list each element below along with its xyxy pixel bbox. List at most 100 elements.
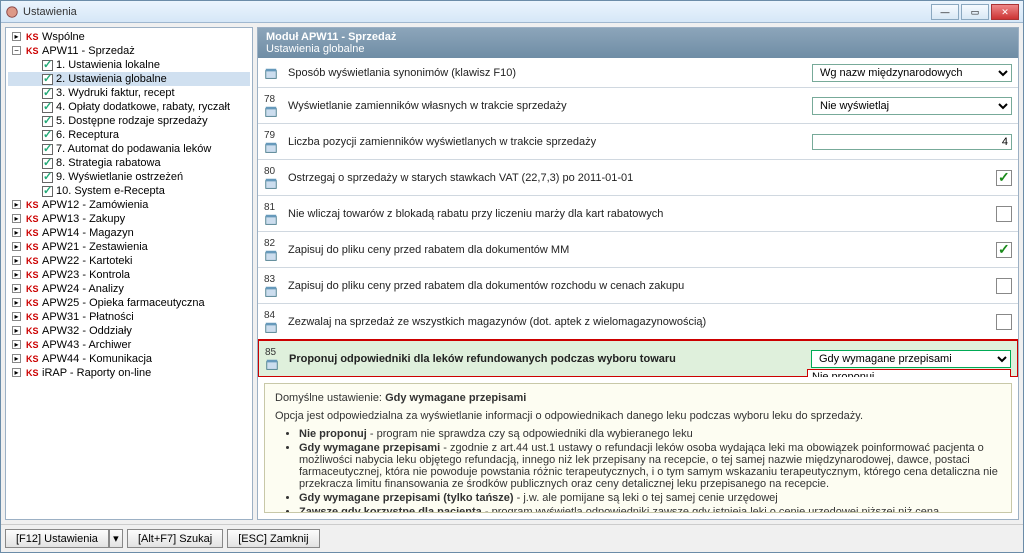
setting-row: Sposób wyświetlania synonimów (klawisz F… — [258, 58, 1018, 88]
tree-item[interactable]: ▸KSAPW23 - Kontrola — [8, 268, 250, 282]
tree-item[interactable]: ▸KSAPW22 - Kartoteki — [8, 254, 250, 268]
nav-tree[interactable]: ▸KSWspólne−KSAPW11 - Sprzedaż1. Ustawien… — [5, 27, 253, 520]
tree-toggle[interactable]: ▸ — [12, 284, 21, 293]
tree-checkbox[interactable] — [42, 144, 53, 155]
maximize-button[interactable]: ▭ — [961, 4, 989, 20]
tree-item[interactable]: ▸KSAPW12 - Zamówienia — [8, 198, 250, 212]
setting-icon — [264, 177, 288, 191]
tree-item[interactable]: 1. Ustawienia lokalne — [8, 58, 250, 72]
tree-checkbox[interactable] — [42, 102, 53, 113]
ks-icon: KS — [26, 340, 40, 351]
desc-bullet: Nie proponuj - program nie sprawdza czy … — [299, 428, 1001, 440]
tree-item[interactable]: 3. Wydruki faktur, recept — [8, 86, 250, 100]
tree-toggle[interactable]: ▸ — [12, 340, 21, 349]
description-panel: Domyślne ustawienie: Gdy wymagane przepi… — [264, 383, 1012, 513]
close-footer-button[interactable]: [ESC] Zamknij — [227, 529, 319, 548]
setting-row: 78Wyświetlanie zamienników własnych w tr… — [258, 88, 1018, 124]
tree-label: 10. System e-Recepta — [56, 185, 165, 197]
tree-toggle[interactable]: ▸ — [12, 298, 21, 307]
tree-item[interactable]: ▸KSAPW24 - Analizy — [8, 282, 250, 296]
setting-control — [802, 170, 1012, 186]
setting-number: 81 — [264, 200, 286, 213]
tree-checkbox[interactable] — [42, 74, 53, 85]
tree-item[interactable]: 7. Automat do podawania leków — [8, 142, 250, 156]
ks-icon: KS — [26, 312, 40, 323]
tree-item[interactable]: ▸KSAPW14 - Magazyn — [8, 226, 250, 240]
tree-label: iRAP - Raporty on-line — [42, 367, 151, 379]
tree-toggle[interactable]: ▸ — [12, 326, 21, 335]
tree-item[interactable]: 9. Wyświetlanie ostrzeżeń — [8, 170, 250, 184]
tree-checkbox[interactable] — [42, 158, 53, 169]
tree-item[interactable]: ▸KSAPW31 - Płatności — [8, 310, 250, 324]
tree-checkbox[interactable] — [42, 130, 53, 141]
tree-item[interactable]: ▸KSAPW44 - Komunikacja — [8, 352, 250, 366]
minimize-button[interactable]: — — [931, 4, 959, 20]
setting-checkbox[interactable] — [996, 314, 1012, 330]
tree-label: APW25 - Opieka farmaceutyczna — [42, 297, 205, 309]
tree-item[interactable]: 6. Receptura — [8, 128, 250, 142]
tree-label: 1. Ustawienia lokalne — [56, 59, 160, 71]
dropdown-option[interactable]: Nie proponuj — [808, 370, 1010, 377]
desc-intro: Opcja jest odpowiedzialna za wyświetlani… — [275, 410, 1001, 422]
setting-control — [802, 242, 1012, 258]
tree-item[interactable]: ▸KSAPW21 - Zestawienia — [8, 240, 250, 254]
tree-checkbox[interactable] — [42, 116, 53, 127]
settings-button[interactable]: [F12] Ustawienia — [5, 529, 109, 548]
tree-item[interactable]: 8. Strategia rabatowa — [8, 156, 250, 170]
tree-toggle[interactable]: ▸ — [12, 270, 21, 279]
tree-checkbox[interactable] — [42, 60, 53, 71]
tree-item[interactable]: ▸KSAPW32 - Oddziały — [8, 324, 250, 338]
setting-checkbox[interactable] — [996, 206, 1012, 222]
setting-label: Zapisuj do pliku ceny przed rabatem dla … — [288, 280, 802, 292]
tree-item[interactable]: 5. Dostępne rodzaje sprzedaży — [8, 114, 250, 128]
bullet-title: Gdy wymagane przepisami — [299, 442, 440, 454]
setting-control: Gdy wymagane przepisami — [801, 350, 1011, 368]
tree-toggle[interactable]: ▸ — [12, 242, 21, 251]
setting-select[interactable]: Gdy wymagane przepisami — [811, 350, 1011, 368]
tree-item[interactable]: 2. Ustawienia globalne — [8, 72, 250, 86]
tree-toggle[interactable]: ▸ — [12, 214, 21, 223]
tree-checkbox[interactable] — [42, 172, 53, 183]
titlebar[interactable]: Ustawienia — ▭ ✕ — [1, 1, 1023, 23]
tree-toggle[interactable]: ▸ — [12, 200, 21, 209]
tree-item[interactable]: ▸KSAPW25 - Opieka farmaceutyczna — [8, 296, 250, 310]
setting-select[interactable]: Nie wyświetlaj — [812, 97, 1012, 115]
tree-item[interactable]: ▸KSAPW13 - Zakupy — [8, 212, 250, 226]
dropdown-list[interactable]: Nie proponujGdy wymagane przepisamiGdy w… — [807, 369, 1011, 377]
close-button[interactable]: ✕ — [991, 4, 1019, 20]
tree-toggle[interactable]: ▸ — [12, 32, 21, 41]
tree-item[interactable]: 4. Opłaty dodatkowe, rabaty, ryczałt — [8, 100, 250, 114]
setting-control — [802, 278, 1012, 294]
tree-item[interactable]: ▸KSWspólne — [8, 30, 250, 44]
setting-label: Wyświetlanie zamienników własnych w trak… — [288, 100, 802, 112]
tree-label: 3. Wydruki faktur, recept — [56, 87, 175, 99]
setting-checkbox[interactable] — [996, 170, 1012, 186]
tree-checkbox[interactable] — [42, 88, 53, 99]
tree-toggle[interactable]: − — [12, 46, 21, 55]
tree-toggle[interactable]: ▸ — [12, 228, 21, 237]
tree-toggle[interactable]: ▸ — [12, 354, 21, 363]
tree-checkbox[interactable] — [42, 186, 53, 197]
tree-label: 6. Receptura — [56, 129, 119, 141]
tree-toggle[interactable]: ▸ — [12, 312, 21, 321]
bullet-title: Gdy wymagane przepisami (tylko tańsze) — [299, 492, 514, 504]
ks-icon: KS — [26, 214, 40, 225]
desc-bullets: Nie proponuj - program nie sprawdza czy … — [299, 428, 1001, 513]
setting-select[interactable]: Wg nazw międzynarodowych — [812, 64, 1012, 82]
search-button[interactable]: [Alt+F7] Szukaj — [127, 529, 223, 548]
tree-item[interactable]: ▸KSiRAP - Raporty on-line — [8, 366, 250, 380]
tree-item[interactable]: ▸KSAPW43 - Archiwer — [8, 338, 250, 352]
tree-item[interactable]: 10. System e-Recepta — [8, 184, 250, 198]
ks-icon: KS — [26, 270, 40, 281]
setting-checkbox[interactable] — [996, 278, 1012, 294]
setting-input[interactable] — [812, 134, 1012, 150]
tree-item[interactable]: −KSAPW11 - Sprzedaż — [8, 44, 250, 58]
main-header: Moduł APW11 - Sprzedaż Ustawienia global… — [258, 28, 1018, 58]
setting-number: 79 — [264, 128, 286, 141]
settings-dropdown[interactable]: ▾ — [109, 529, 123, 548]
tree-label: APW11 - Sprzedaż — [42, 45, 135, 57]
tree-toggle[interactable]: ▸ — [12, 256, 21, 265]
setting-checkbox[interactable] — [996, 242, 1012, 258]
ks-icon: KS — [26, 256, 40, 267]
tree-toggle[interactable]: ▸ — [12, 368, 21, 377]
